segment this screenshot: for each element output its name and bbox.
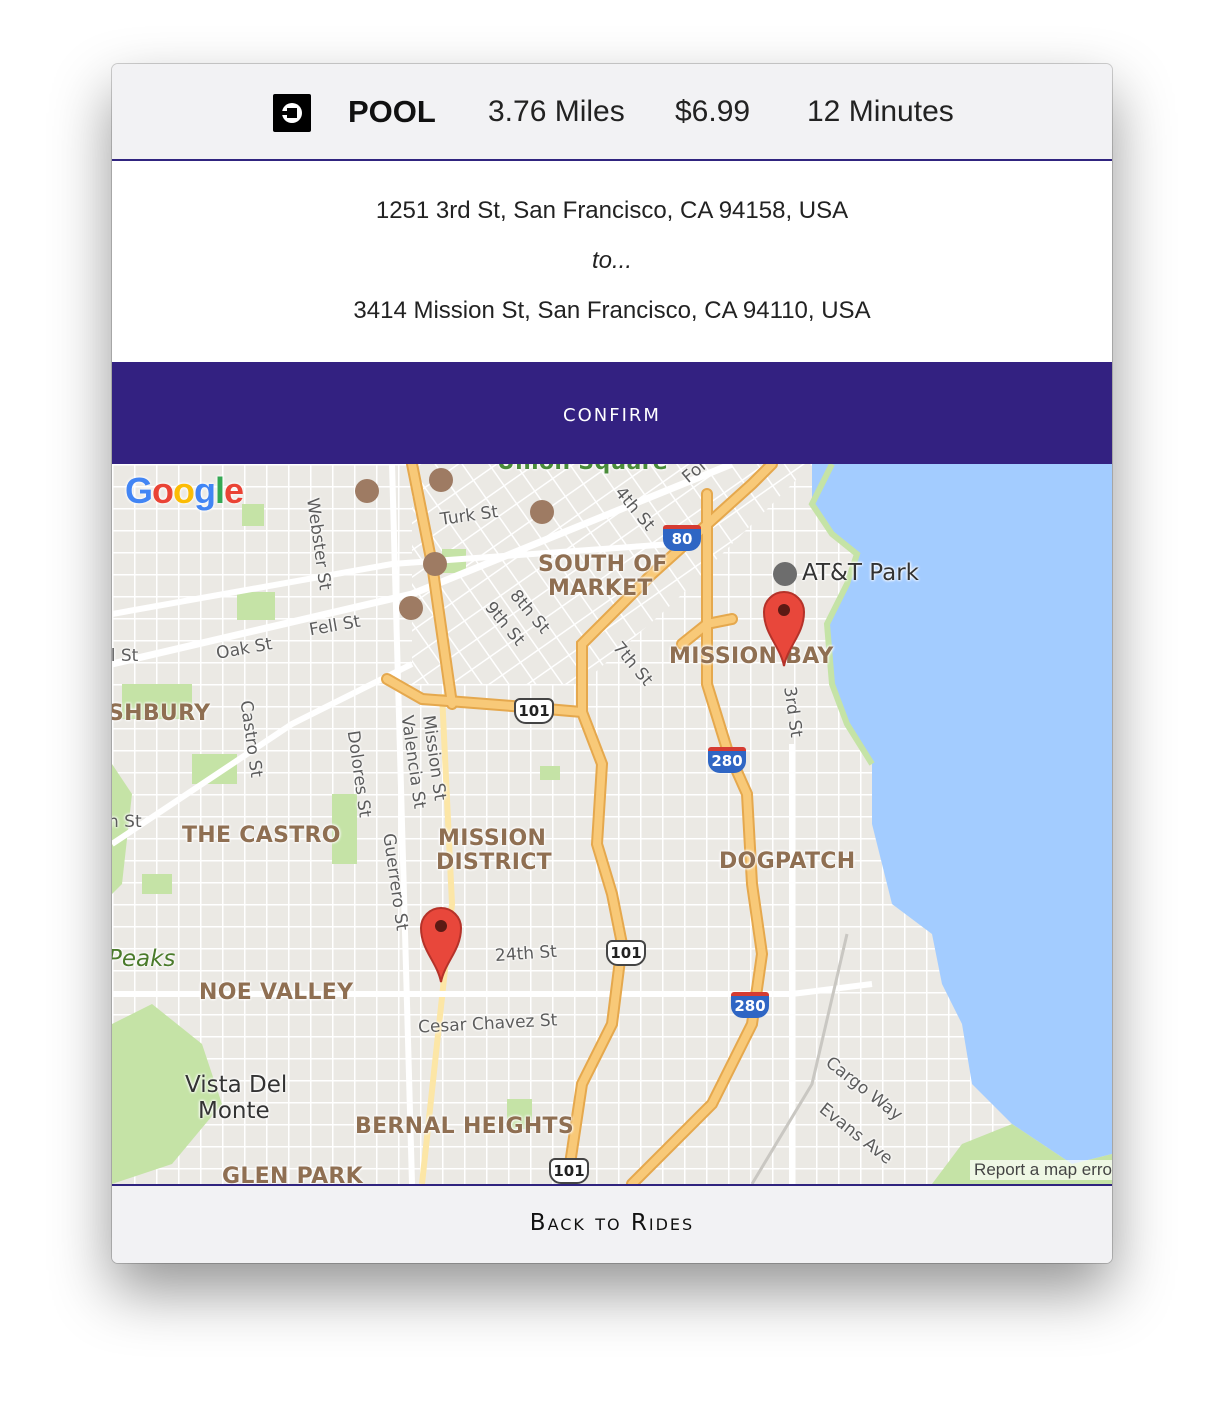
app-window: POOL 3.76 Miles $6.99 12 Minutes 1251 3r… (112, 64, 1112, 1263)
map-label-district: DISTRICT (436, 850, 552, 875)
trip-duration: 12 Minutes (807, 95, 954, 128)
map-label-market: MARKET (548, 576, 653, 601)
map-label-mission: MISSION (438, 826, 547, 851)
trip-price: $6.99 (675, 95, 751, 128)
map-label-peaks: Peaks (112, 946, 176, 972)
map-street-hall: ll St (112, 646, 139, 666)
origin-pin-icon[interactable] (762, 588, 806, 668)
address-connector: to... (591, 247, 633, 274)
route-map[interactable]: Google Union Square SOUTH OF MARKET MISS… (112, 464, 1112, 1184)
trip-addresses: 1251 3rd St, San Francisco, CA 94158, US… (112, 161, 1112, 362)
trip-distance: 3.76 Miles (488, 95, 625, 128)
map-label-south-of: SOUTH OF (538, 552, 668, 577)
uber-logo-icon (273, 94, 311, 132)
interstate-80-shield: 80 (663, 525, 701, 551)
map-label-noe-valley: NOE VALLEY (199, 980, 354, 1005)
interstate-280-shield: 280 (708, 747, 746, 773)
destination-pin-icon[interactable] (419, 904, 463, 984)
confirm-button[interactable]: confirm (112, 362, 1112, 464)
map-label-glen-park: GLEN PARK (222, 1164, 363, 1184)
origin-address: 1251 3rd St, San Francisco, CA 94158, US… (375, 197, 849, 224)
destination-address: 3414 Mission St, San Francisco, CA 94110… (353, 297, 871, 324)
map-label-dogpatch: DOGPATCH (719, 849, 856, 874)
us-101-shield-south: 101 (606, 940, 646, 966)
map-label-the-castro: THE CASTRO (182, 823, 341, 848)
map-label-ashbury: SHBURY (112, 701, 211, 726)
interstate-280-shield-south: 280 (731, 992, 769, 1018)
map-label-mission-bay: MISSION BAY (669, 644, 834, 669)
map-label-vista-del: Vista Del (185, 1072, 288, 1098)
map-label-union-square: Union Square (497, 464, 668, 475)
map-label-att-park: AT&T Park (802, 560, 919, 586)
map-label-bernal-heights: BERNAL HEIGHTS (355, 1114, 575, 1139)
back-to-rides-button[interactable]: Back to Rides (112, 1184, 1112, 1263)
us-101-shield: 101 (514, 698, 554, 724)
google-logo: Google (125, 470, 244, 511)
report-map-error-link[interactable]: Report a map erro (970, 1160, 1112, 1180)
map-street-n: n St (112, 812, 142, 832)
us-101-shield-bottom: 101 (549, 1158, 589, 1184)
map-label-monte: Monte (198, 1098, 270, 1124)
ride-summary-header: POOL 3.76 Miles $6.99 12 Minutes (112, 64, 1112, 161)
ride-type-label: POOL (348, 94, 436, 129)
